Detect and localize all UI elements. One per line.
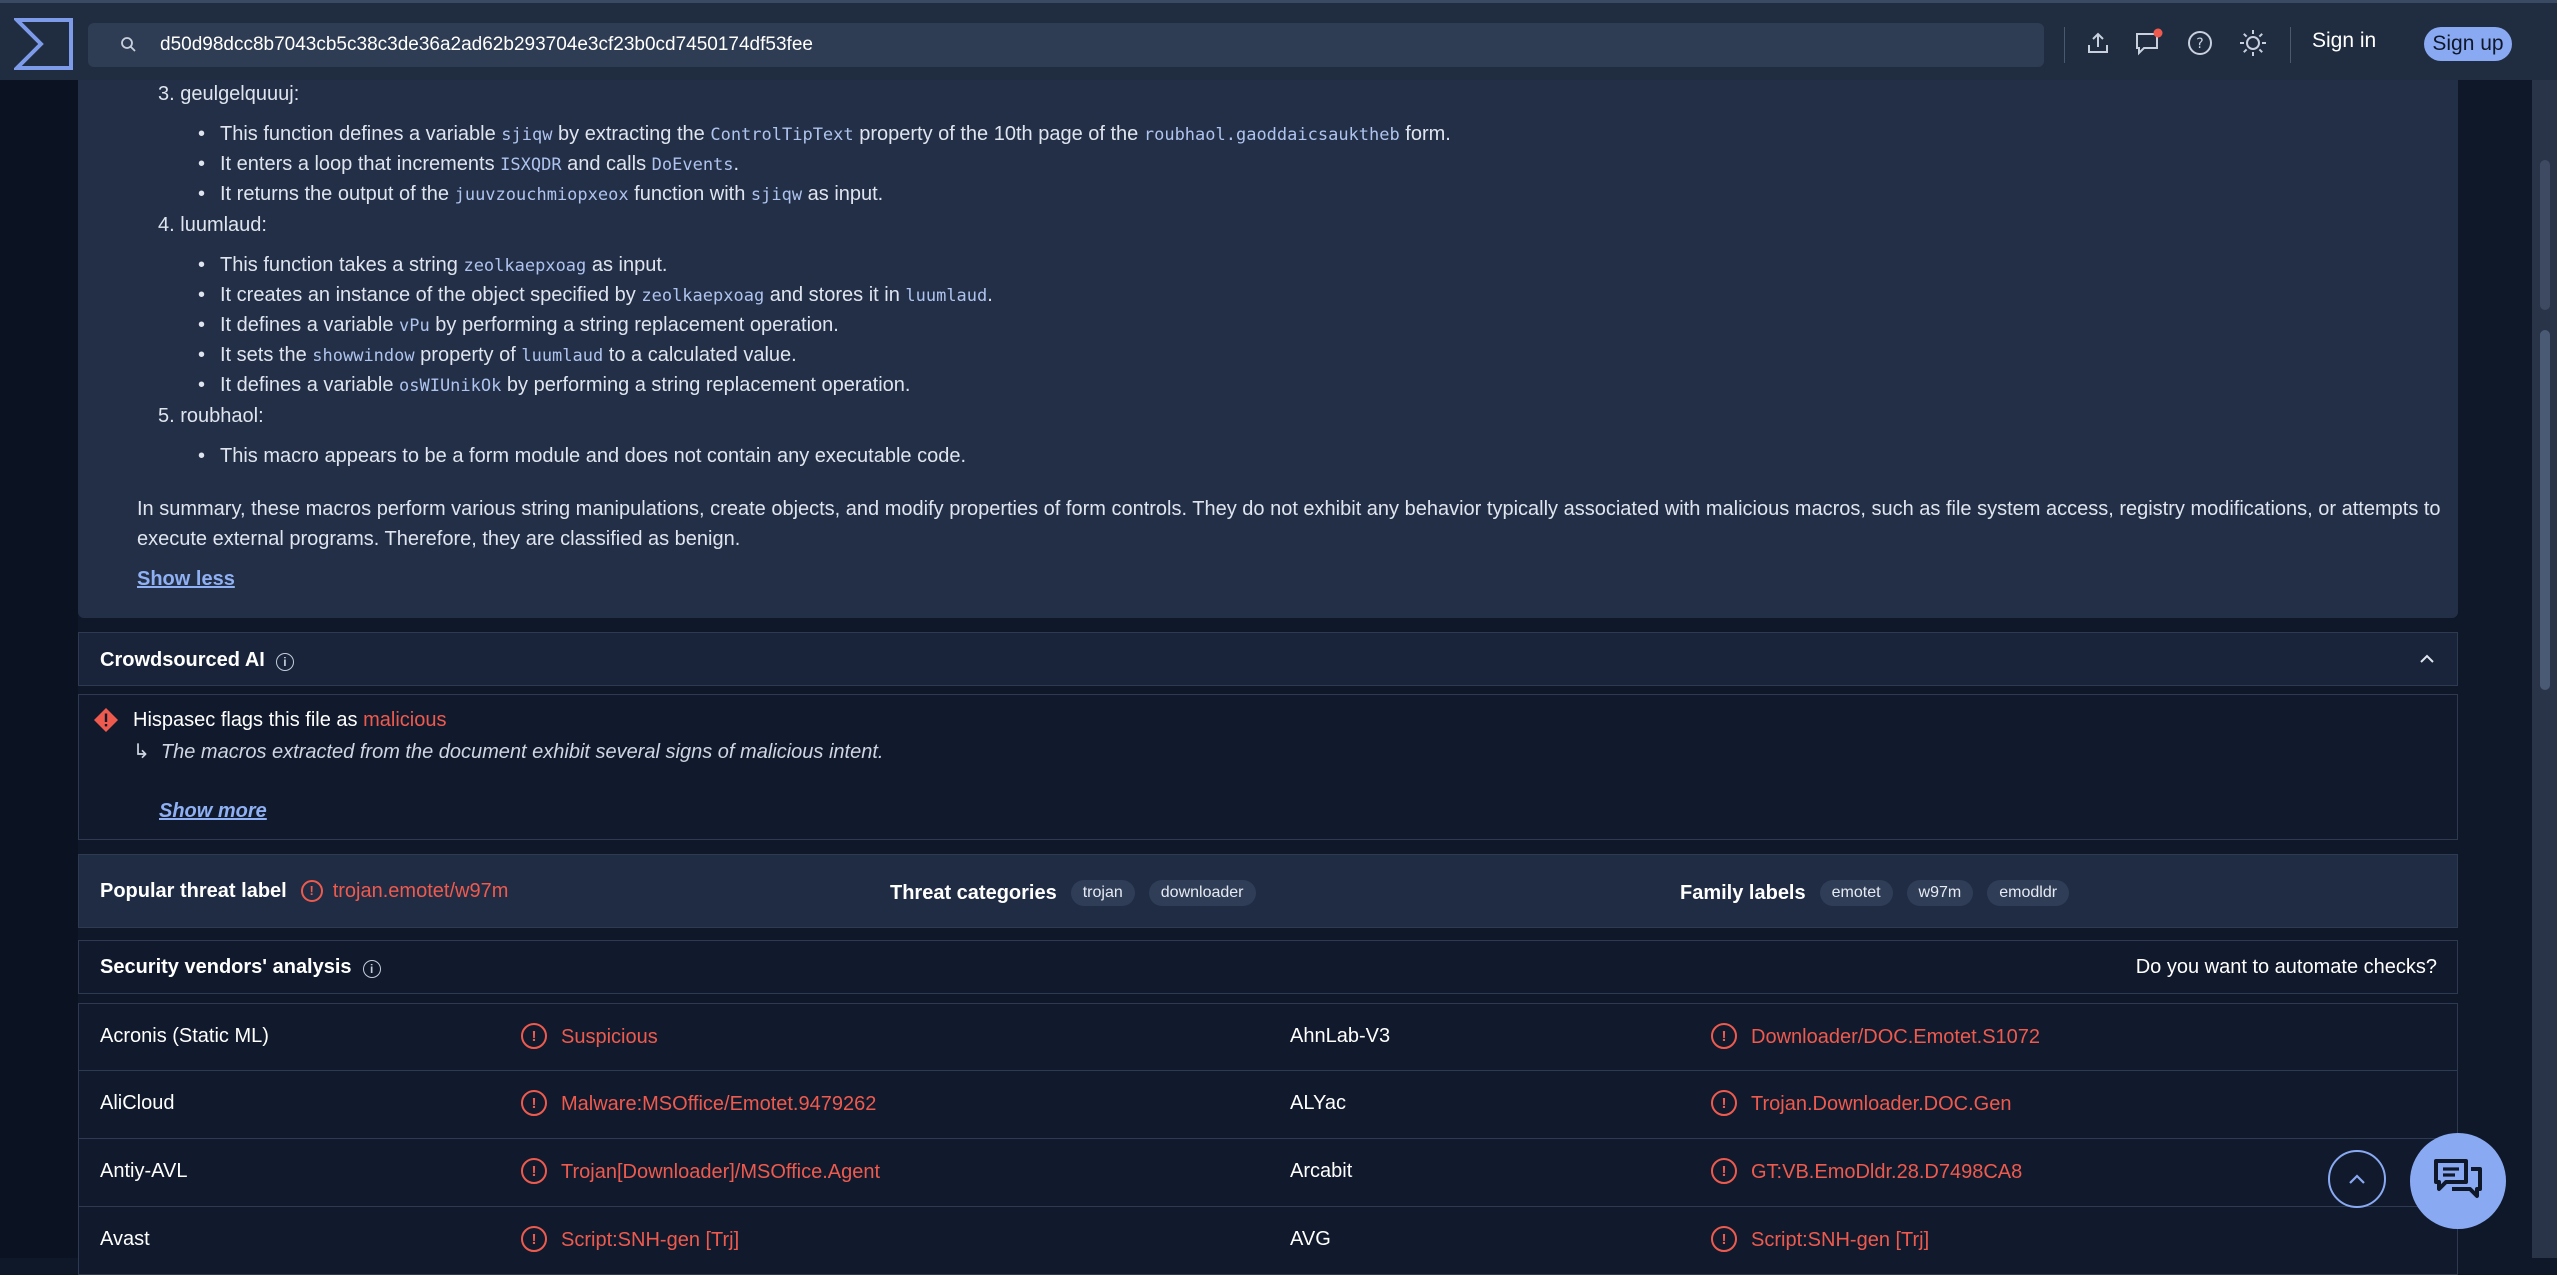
alert-icon: ! bbox=[300, 879, 323, 902]
svg-text:?: ? bbox=[2196, 36, 2203, 52]
upload-icon[interactable] bbox=[2082, 27, 2114, 59]
verdict-reason: ↳ The macros extracted from the document… bbox=[133, 741, 884, 763]
vendor-name: AhnLab-V3 bbox=[1290, 1025, 1391, 1047]
info-icon[interactable]: i bbox=[275, 653, 294, 671]
chat-icon bbox=[2434, 1159, 2482, 1198]
scrollbar-track-segment bbox=[2540, 160, 2550, 310]
chevron-up-icon[interactable] bbox=[2419, 653, 2435, 665]
list-item: This function takes a string zeolkaepxoa… bbox=[198, 254, 667, 277]
alert-icon: ! bbox=[1711, 1158, 1737, 1184]
alert-icon: ! bbox=[521, 1226, 547, 1252]
search-bar bbox=[88, 23, 2044, 67]
scrollbar[interactable] bbox=[2532, 80, 2557, 1258]
security-vendors-header: Security vendors' analysis i Do you want… bbox=[78, 940, 2458, 994]
virustotal-logo[interactable] bbox=[14, 17, 74, 71]
popular-threat-label: Popular threat label ! trojan.emotet/w97… bbox=[100, 879, 509, 903]
sign-in-link[interactable]: Sign in bbox=[2312, 29, 2376, 53]
verdict-line: Hispasec flags this file as malicious bbox=[133, 709, 447, 731]
show-less-link[interactable]: Show less bbox=[137, 568, 235, 591]
category-chip[interactable]: trojan bbox=[1070, 880, 1135, 906]
vendor-name: AVG bbox=[1290, 1228, 1331, 1250]
vendor-result: ! Trojan[Downloader]/MSOffice.Agent bbox=[521, 1158, 880, 1184]
vendor-name: ALYac bbox=[1290, 1092, 1346, 1114]
family-labels: Family labels emotet w97m emodldr bbox=[1680, 880, 2070, 906]
vendor-name: AliCloud bbox=[100, 1092, 175, 1114]
list-item: 5. roubhaol: bbox=[158, 405, 264, 427]
chat-button[interactable] bbox=[2410, 1133, 2506, 1229]
notifications-icon[interactable] bbox=[2132, 27, 2164, 59]
table-row: Avast ! Script:SNH-gen [Trj] AVG ! Script:… bbox=[78, 1207, 2458, 1275]
section-title: Security vendors' analysis i bbox=[100, 956, 381, 979]
list-item: It defines a variable vPu by performing … bbox=[198, 314, 839, 337]
analysis-summary: In summary, these macros perform various… bbox=[137, 498, 2441, 550]
list-item: This macro appears to be a form module a… bbox=[198, 445, 966, 468]
alert-icon: ! bbox=[521, 1158, 547, 1184]
alert-icon: ! bbox=[521, 1090, 547, 1116]
scroll-to-top-button[interactable] bbox=[2328, 1150, 2386, 1208]
vendor-name: Arcabit bbox=[1290, 1160, 1353, 1182]
list-item: It defines a variable osWIUnikOk by perf… bbox=[198, 374, 910, 397]
vendor-result: ! Downloader/DOC.Emotet.S1072 bbox=[1711, 1023, 2040, 1049]
alert-icon: ! bbox=[1711, 1226, 1737, 1252]
sign-up-button[interactable]: Sign up bbox=[2424, 27, 2512, 61]
help-icon[interactable]: ? bbox=[2184, 27, 2216, 59]
alert-icon: ! bbox=[1711, 1023, 1737, 1049]
table-row: AliCloud ! Malware:MSOffice/Emotet.947926… bbox=[78, 1071, 2458, 1139]
crowdsourced-ai-verdict: Hispasec flags this file as malicious ↳ … bbox=[78, 694, 2458, 840]
info-icon[interactable]: i bbox=[362, 960, 381, 978]
vendor-result: ! Script:SNH-gen [Trj] bbox=[1711, 1226, 1929, 1252]
vendor-result: ! Trojan.Downloader.DOC.Gen bbox=[1711, 1090, 2012, 1116]
threat-categories: Threat categories trojan downloader bbox=[890, 880, 1256, 906]
list-item: 4. luumlaud: bbox=[158, 214, 267, 236]
list-item: It returns the output of the juuvzouchmi… bbox=[198, 183, 883, 206]
vendors-table: Acronis (Static ML) ! Suspicious AhnLab-V… bbox=[78, 1003, 2458, 1275]
list-item: This function defines a variable sjiqw b… bbox=[198, 123, 1451, 146]
popular-threat-value[interactable]: trojan.emotet/w97m bbox=[333, 880, 509, 903]
top-bar: ? Sign in Sign up bbox=[0, 0, 2557, 80]
vendor-result: ! Suspicious bbox=[521, 1023, 658, 1049]
section-title: Crowdsourced AI i bbox=[100, 649, 294, 672]
automate-checks-link[interactable]: Do you want to automate checks? bbox=[2136, 956, 2437, 979]
show-more-link[interactable]: Show more bbox=[159, 800, 267, 823]
crowdsourced-ai-header[interactable]: Crowdsourced AI i bbox=[78, 632, 2458, 686]
table-row: Antiy-AVL ! Trojan[Downloader]/MSOffice.A… bbox=[78, 1139, 2458, 1207]
chevron-up-icon bbox=[2349, 1174, 2365, 1184]
family-chip[interactable]: emotet bbox=[1819, 880, 1893, 906]
list-item: It enters a loop that increments ISXQDR … bbox=[198, 153, 739, 176]
scrollbar-thumb[interactable] bbox=[2540, 330, 2550, 690]
search-icon bbox=[121, 37, 136, 52]
family-chip[interactable]: w97m bbox=[1906, 880, 1974, 906]
vendor-name: Avast bbox=[100, 1228, 150, 1250]
list-item: It sets the showwindow property of luuml… bbox=[198, 344, 797, 367]
vendor-result: ! Malware:MSOffice/Emotet.9479262 bbox=[521, 1090, 876, 1116]
category-chip[interactable]: downloader bbox=[1148, 880, 1256, 906]
threat-labels-bar: Popular threat label ! trojan.emotet/w97… bbox=[78, 854, 2458, 928]
family-chip[interactable]: emodldr bbox=[1987, 880, 2070, 906]
list-item: It creates an instance of the object spe… bbox=[198, 284, 993, 307]
code-insight-panel: 3. geulgelquuuj: This function defines a… bbox=[78, 80, 2458, 618]
vendor-name: Acronis (Static ML) bbox=[100, 1025, 269, 1047]
vendor-name: Antiy-AVL bbox=[100, 1160, 188, 1182]
alert-icon: ! bbox=[1711, 1090, 1737, 1116]
divider bbox=[2064, 27, 2065, 63]
left-gutter bbox=[0, 80, 78, 1258]
vendor-result: ! Script:SNH-gen [Trj] bbox=[521, 1226, 739, 1252]
warning-diamond-icon bbox=[94, 708, 118, 732]
table-row: Acronis (Static ML) ! Suspicious AhnLab-V… bbox=[78, 1003, 2458, 1071]
alert-icon: ! bbox=[521, 1023, 547, 1049]
vendor-result: ! GT:VB.EmoDldr.28.D7498CA8 bbox=[1711, 1158, 2022, 1184]
theme-toggle-icon[interactable] bbox=[2237, 27, 2269, 59]
list-item: 3. geulgelquuuj: bbox=[158, 83, 300, 105]
divider bbox=[2290, 27, 2291, 63]
search-input[interactable] bbox=[160, 23, 2020, 67]
verdict-malicious: malicious bbox=[363, 709, 447, 731]
reply-arrow-icon: ↳ bbox=[133, 741, 150, 763]
